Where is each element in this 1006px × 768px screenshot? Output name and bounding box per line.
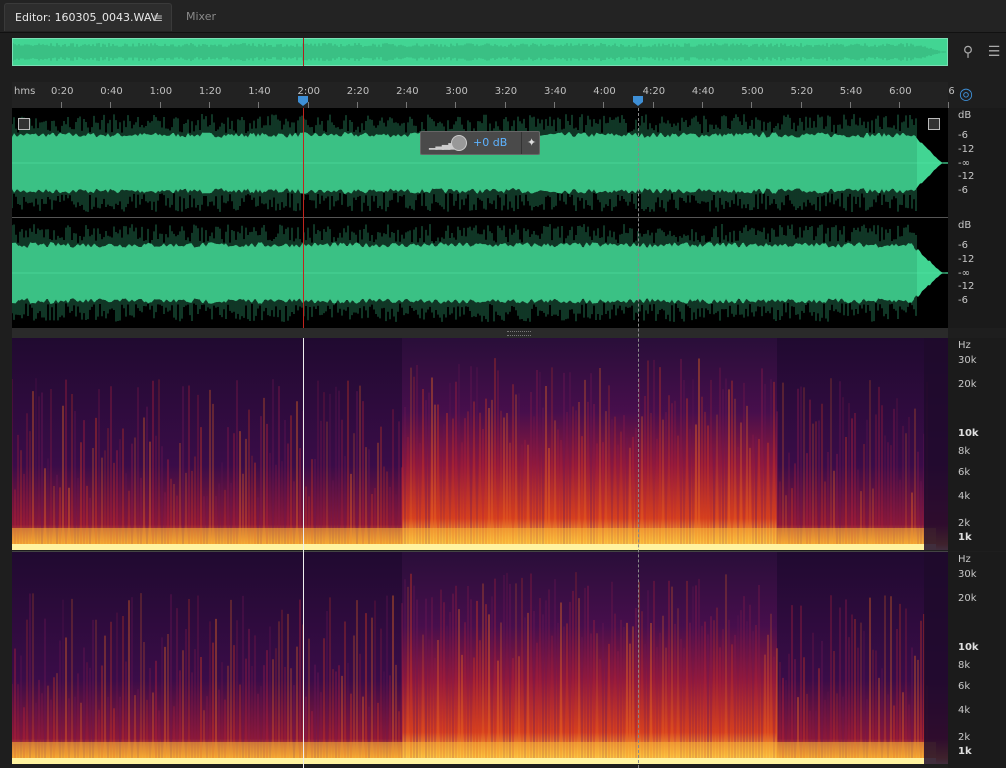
playhead-line[interactable] [303,108,304,328]
resize-icon[interactable] [928,118,940,130]
channel-divider [12,217,948,218]
spectrogram-channel-right[interactable] [12,552,948,764]
ruler-tick-label: 4:40 [691,86,715,97]
hud-gain-value: +0 dB [473,136,508,149]
playhead-line-spectral [303,338,304,768]
ruler-tick-label: 4:20 [642,86,666,97]
cti-line [638,108,639,768]
db-scale-right: dB -6 -12 -∞ -12 -6 [948,218,1006,328]
list-icon[interactable]: ☰ [984,42,1004,62]
db-scale-left: dB -6 -12 -∞ -12 -6 [948,108,1006,218]
ruler-tick-label: 3:40 [544,86,567,97]
view-divider[interactable] [12,328,948,338]
spectrogram-channel-left[interactable] [12,338,948,550]
gain-knob-icon[interactable] [451,135,467,151]
ruler-tick-label: 3:00 [445,86,468,97]
ruler-tick-label: 1:00 [149,86,173,97]
tab-mixer-label: Mixer [186,10,217,23]
hud-volume[interactable]: ▁▂▃▄ +0 dB ✦ [420,131,540,155]
ruler-tick-label: 2:40 [396,86,419,97]
ruler-tick-label: 6:00 [889,86,912,97]
ruler-tick-label: 0:20 [51,86,74,97]
tab-menu-icon[interactable]: ≡ [153,4,163,32]
ruler-tick-label: 3:20 [494,86,518,97]
hz-scale-left: Hz 30k 20k 10k 8k 6k 4k 2k 1k [948,338,1006,551]
headphones-icon[interactable]: ◎ [956,84,976,104]
tab-bar: Editor: 160305_0043.WAV * ≡ Mixer [0,0,1006,52]
zoom-icon[interactable]: ⚲ [958,42,978,62]
overview-cursor [303,38,304,66]
waveform-channel-right[interactable] [12,218,948,328]
hud-pin-icon[interactable]: ✦ [527,136,536,149]
ruler-tick-label: 5:40 [839,86,863,97]
tab-editor[interactable]: Editor: 160305_0043.WAV * ≡ [4,3,172,52]
tab-mixer[interactable]: Mixer [176,3,236,31]
ruler-tick-label: 2:20 [346,86,370,97]
overview-waveform[interactable] [12,38,948,66]
ruler-tick-label: 4:00 [593,86,616,97]
spectrogram-divider [12,551,948,552]
ruler-unit: hms [14,86,36,97]
ruler-tick-label: 1:40 [248,86,271,97]
ruler-tick-label: 5:20 [790,86,813,97]
hz-scale-right: Hz 30k 20k 10k 8k 6k 4k 2k 1k [948,552,1006,768]
waveform-channel-left[interactable] [12,108,948,218]
time-ruler[interactable]: hms 0:20 0:40 1:00 1:20 1:40 2:00 2:20 2:40 3:00… [12,82,955,108]
ruler-tick-label: 2:00 [297,86,320,97]
ruler-tick-label: 1:20 [198,86,222,97]
ruler-tick-label: 6 [948,86,955,97]
ruler-tick-label: 5:00 [741,86,764,97]
expand-icon[interactable] [18,118,30,130]
ruler-tick-label: 0:40 [100,86,123,97]
